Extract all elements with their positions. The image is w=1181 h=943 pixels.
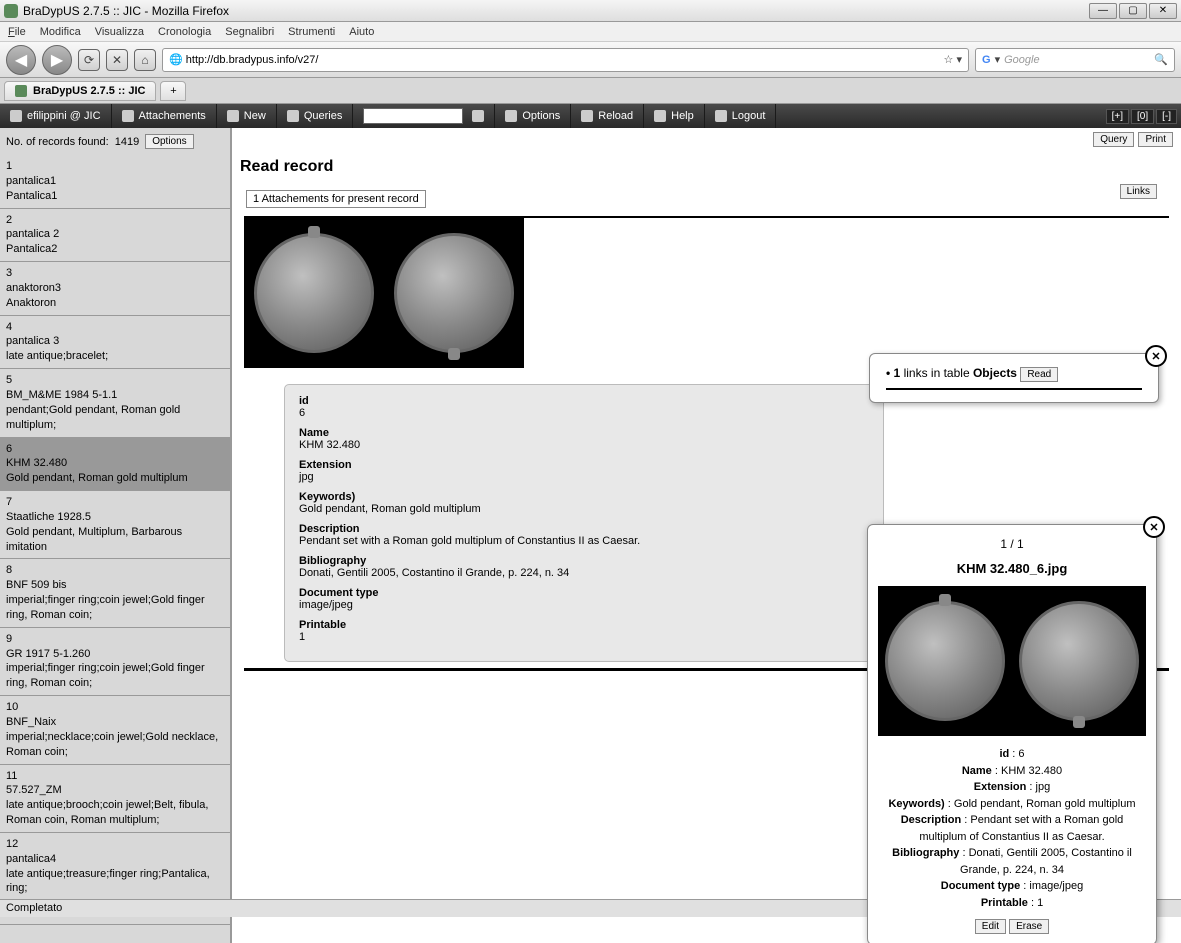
back-button[interactable]: ◀	[6, 45, 36, 75]
google-icon: G	[982, 54, 991, 66]
tab-title: BraDypUS 2.7.5 :: JIC	[33, 85, 145, 97]
coin-reverse	[394, 233, 514, 353]
globe-icon: 🌐	[169, 53, 183, 66]
coin-reverse	[1019, 601, 1139, 721]
record-list-item[interactable]: 9GR 1917 5-1.260imperial;finger ring;coi…	[0, 628, 230, 696]
search-icon[interactable]: 🔍	[1154, 53, 1168, 66]
attachment-popup: ✕ 1 / 1 KHM 32.480_6.jpg id : 6 Name : K…	[867, 524, 1157, 943]
links-popup: ✕ 1 links in table Objects Read	[869, 353, 1159, 403]
records-sidebar: No. of records found: 1419 Options 1pant…	[0, 128, 232, 943]
zoom-in-button[interactable]: [+]	[1106, 109, 1129, 124]
record-detail: id6 NameKHM 32.480 Extensionjpg Keywords…	[284, 384, 884, 662]
toolbar-reload[interactable]: Reload	[571, 104, 644, 128]
record-list-item[interactable]: 1pantalica1Pantalica1	[0, 155, 230, 209]
toolbar-options[interactable]: Options	[495, 104, 571, 128]
options-icon	[505, 110, 517, 122]
toolbar-search-input[interactable]	[363, 108, 463, 124]
record-list-item[interactable]: 8BNF 509 bisimperial;finger ring;coin je…	[0, 559, 230, 627]
browser-menubar: File Modifica Visualizza Cronologia Segn…	[0, 22, 1181, 42]
main-panel: Query Print Read record Links 1 Attachem…	[232, 128, 1181, 943]
status-text: Completato	[6, 902, 62, 914]
dropdown-icon[interactable]: ▾	[995, 53, 1001, 66]
zoom-reset-button[interactable]: [0]	[1131, 109, 1154, 124]
query-icon	[287, 110, 299, 122]
reload-icon	[581, 110, 593, 122]
toolbar-new[interactable]: New	[217, 104, 277, 128]
browser-tab[interactable]: BraDypUS 2.7.5 :: JIC	[4, 81, 156, 101]
toolbar-search	[353, 104, 495, 128]
page-heading: Read record	[232, 128, 1181, 190]
print-button[interactable]: Print	[1138, 132, 1173, 147]
toolbar-queries[interactable]: Queries	[277, 104, 354, 128]
grid-icon	[122, 110, 134, 122]
toolbar-attachments[interactable]: Attachements	[112, 104, 217, 128]
app-toolbar: efilippini @ JIC Attachements New Querie…	[0, 104, 1181, 128]
record-list-item[interactable]: 1157.527_ZMlate antique;brooch;coin jewe…	[0, 765, 230, 833]
os-titlebar: BraDypUS 2.7.5 :: JIC - Mozilla Firefox …	[0, 0, 1181, 22]
menu-strumenti[interactable]: Strumenti	[288, 26, 335, 38]
record-list-item[interactable]: 7Staatliche 1928.5Gold pendant, Multiplu…	[0, 491, 230, 559]
bookmark-star-icon[interactable]: ☆	[944, 53, 954, 66]
browser-navbar: ◀ ▶ ⟳ ✕ ⌂ 🌐 http://db.bradypus.info/v27/…	[0, 42, 1181, 78]
reload-button[interactable]: ⟳	[78, 49, 100, 71]
window-title: BraDypUS 2.7.5 :: JIC - Mozilla Firefox	[23, 4, 1089, 18]
popup-counter: 1 / 1	[878, 537, 1146, 551]
record-list-item[interactable]: 5BM_M&ME 1984 5-1.1pendant;Gold pendant,…	[0, 369, 230, 437]
record-list-item[interactable]: 4pantalica 3late antique;bracelet;	[0, 316, 230, 370]
popup-metadata: id : 6 Name : KHM 32.480 Extension : jpg…	[878, 746, 1146, 911]
browser-tabbar: BraDypUS 2.7.5 :: JIC +	[0, 78, 1181, 104]
url-bar[interactable]: 🌐 http://db.bradypus.info/v27/ ☆ ▾	[162, 48, 969, 72]
popup-filename: KHM 32.480_6.jpg	[878, 561, 1146, 576]
tab-favicon-icon	[15, 85, 27, 97]
record-list-item[interactable]: 3anaktoron3Anaktoron	[0, 262, 230, 316]
record-list-item[interactable]: 2pantalica 2Pantalica2	[0, 209, 230, 263]
links-button[interactable]: Links	[1120, 184, 1157, 199]
record-list-item[interactable]: 6KHM 32.480Gold pendant, Roman gold mult…	[0, 438, 230, 492]
records-count: 1419	[115, 136, 139, 148]
popup-close-button[interactable]: ✕	[1143, 516, 1165, 538]
help-icon	[654, 110, 666, 122]
search-placeholder: Google	[1004, 54, 1039, 66]
menu-visualizza[interactable]: Visualizza	[95, 26, 144, 38]
record-list-item[interactable]: 10BNF_Naiximperial;necklace;coin jewel;G…	[0, 696, 230, 764]
plus-icon	[227, 110, 239, 122]
menu-cronologia[interactable]: Cronologia	[158, 26, 211, 38]
record-list-item[interactable]: 12pantalica4late antique;treasure;finger…	[0, 833, 230, 901]
toolbar-help[interactable]: Help	[644, 104, 705, 128]
minimize-button[interactable]: —	[1089, 3, 1117, 19]
query-button[interactable]: Query	[1093, 132, 1134, 147]
app-icon	[4, 4, 18, 18]
maximize-button[interactable]: ▢	[1119, 3, 1147, 19]
coin-obverse	[885, 601, 1005, 721]
records-count-label: No. of records found:	[6, 136, 109, 148]
home-button[interactable]: ⌂	[134, 49, 156, 71]
popup-edit-button[interactable]: Edit	[975, 919, 1006, 934]
popup-erase-button[interactable]: Erase	[1009, 919, 1049, 934]
record-image[interactable]	[244, 218, 524, 368]
zoom-out-button[interactable]: [-]	[1156, 109, 1177, 124]
links-close-button[interactable]: ✕	[1145, 345, 1167, 367]
stop-button[interactable]: ✕	[106, 49, 128, 71]
user-icon	[10, 110, 22, 122]
user-badge[interactable]: efilippini @ JIC	[0, 104, 112, 128]
dropdown-icon[interactable]: ▾	[956, 53, 962, 66]
logout-icon	[715, 110, 727, 122]
coin-obverse	[254, 233, 374, 353]
attachments-bar[interactable]: 1 Attachements for present record	[246, 190, 426, 208]
sidebar-options-button[interactable]: Options	[145, 134, 193, 149]
new-tab-button[interactable]: +	[160, 81, 186, 101]
popup-image[interactable]	[878, 586, 1146, 736]
menu-aiuto[interactable]: Aiuto	[349, 26, 374, 38]
links-read-button[interactable]: Read	[1020, 367, 1058, 382]
forward-button[interactable]: ▶	[42, 45, 72, 75]
menu-segnalibri[interactable]: Segnalibri	[225, 26, 274, 38]
browser-search[interactable]: G ▾ Google 🔍	[975, 48, 1175, 72]
menu-modifica[interactable]: Modifica	[40, 26, 81, 38]
toolbar-logout[interactable]: Logout	[705, 104, 777, 128]
search-icon[interactable]	[472, 110, 484, 122]
url-text: http://db.bradypus.info/v27/	[186, 54, 319, 66]
close-button[interactable]: ✕	[1149, 3, 1177, 19]
menu-file[interactable]: File	[8, 26, 26, 38]
